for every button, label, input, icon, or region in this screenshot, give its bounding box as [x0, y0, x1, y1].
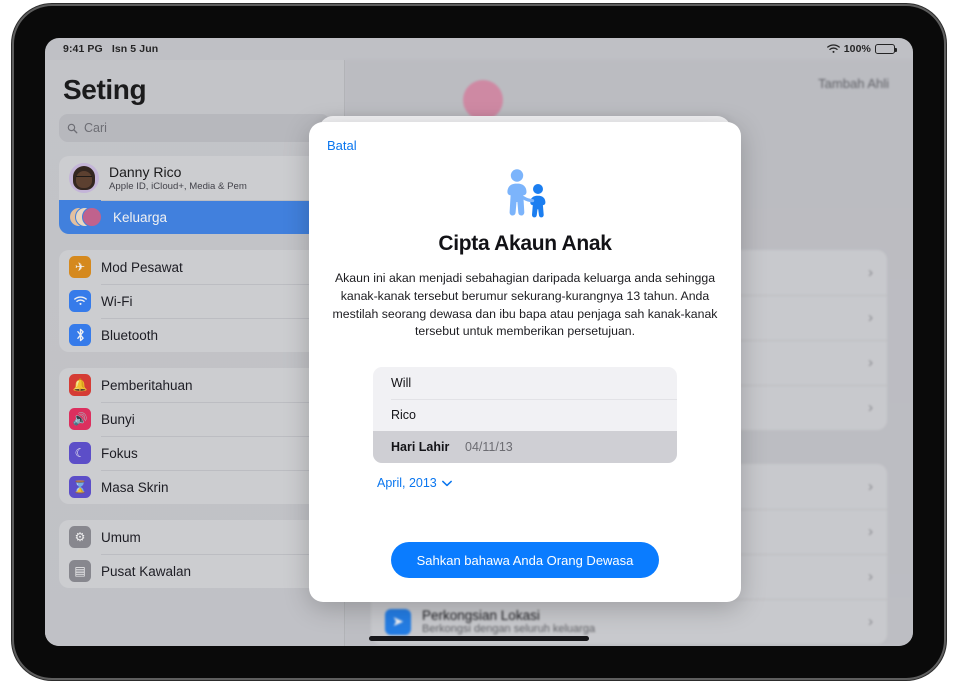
- sheet-title: Cipta Akaun Anak: [438, 232, 612, 255]
- ipad-screen: Tambah Ahli › › › › › › › ➤ Perkongsian …: [45, 38, 913, 646]
- first-name-field[interactable]: Will: [373, 367, 677, 399]
- chevron-down-icon: [441, 480, 452, 486]
- family-parent-child-icon: [507, 169, 546, 218]
- last-name-field[interactable]: Rico: [373, 399, 677, 431]
- ipad-device-frame: Tambah Ahli › › › › › › › ➤ Perkongsian …: [14, 6, 944, 678]
- child-account-form: Will Rico Hari Lahir 04/11/13: [373, 367, 677, 464]
- confirm-adult-button[interactable]: Sahkan bahawa Anda Orang Dewasa: [391, 542, 659, 578]
- month-year-picker[interactable]: April, 2013: [377, 476, 452, 490]
- sheet-description: Akaun ini akan menjadi sebahagian daripa…: [332, 271, 718, 339]
- last-name-value: Rico: [391, 408, 417, 423]
- birthday-field[interactable]: Hari Lahir 04/11/13: [373, 431, 677, 464]
- birthday-value: 04/11/13: [465, 440, 513, 455]
- birthday-label: Hari Lahir: [391, 440, 450, 455]
- home-indicator[interactable]: [369, 636, 589, 641]
- cancel-button[interactable]: Batal: [327, 138, 357, 153]
- create-child-account-sheet: Batal Cipta Akaun Anak Akaun ini akan me…: [309, 122, 741, 602]
- first-name-value: Will: [391, 376, 412, 391]
- month-year-value: April, 2013: [377, 476, 437, 491]
